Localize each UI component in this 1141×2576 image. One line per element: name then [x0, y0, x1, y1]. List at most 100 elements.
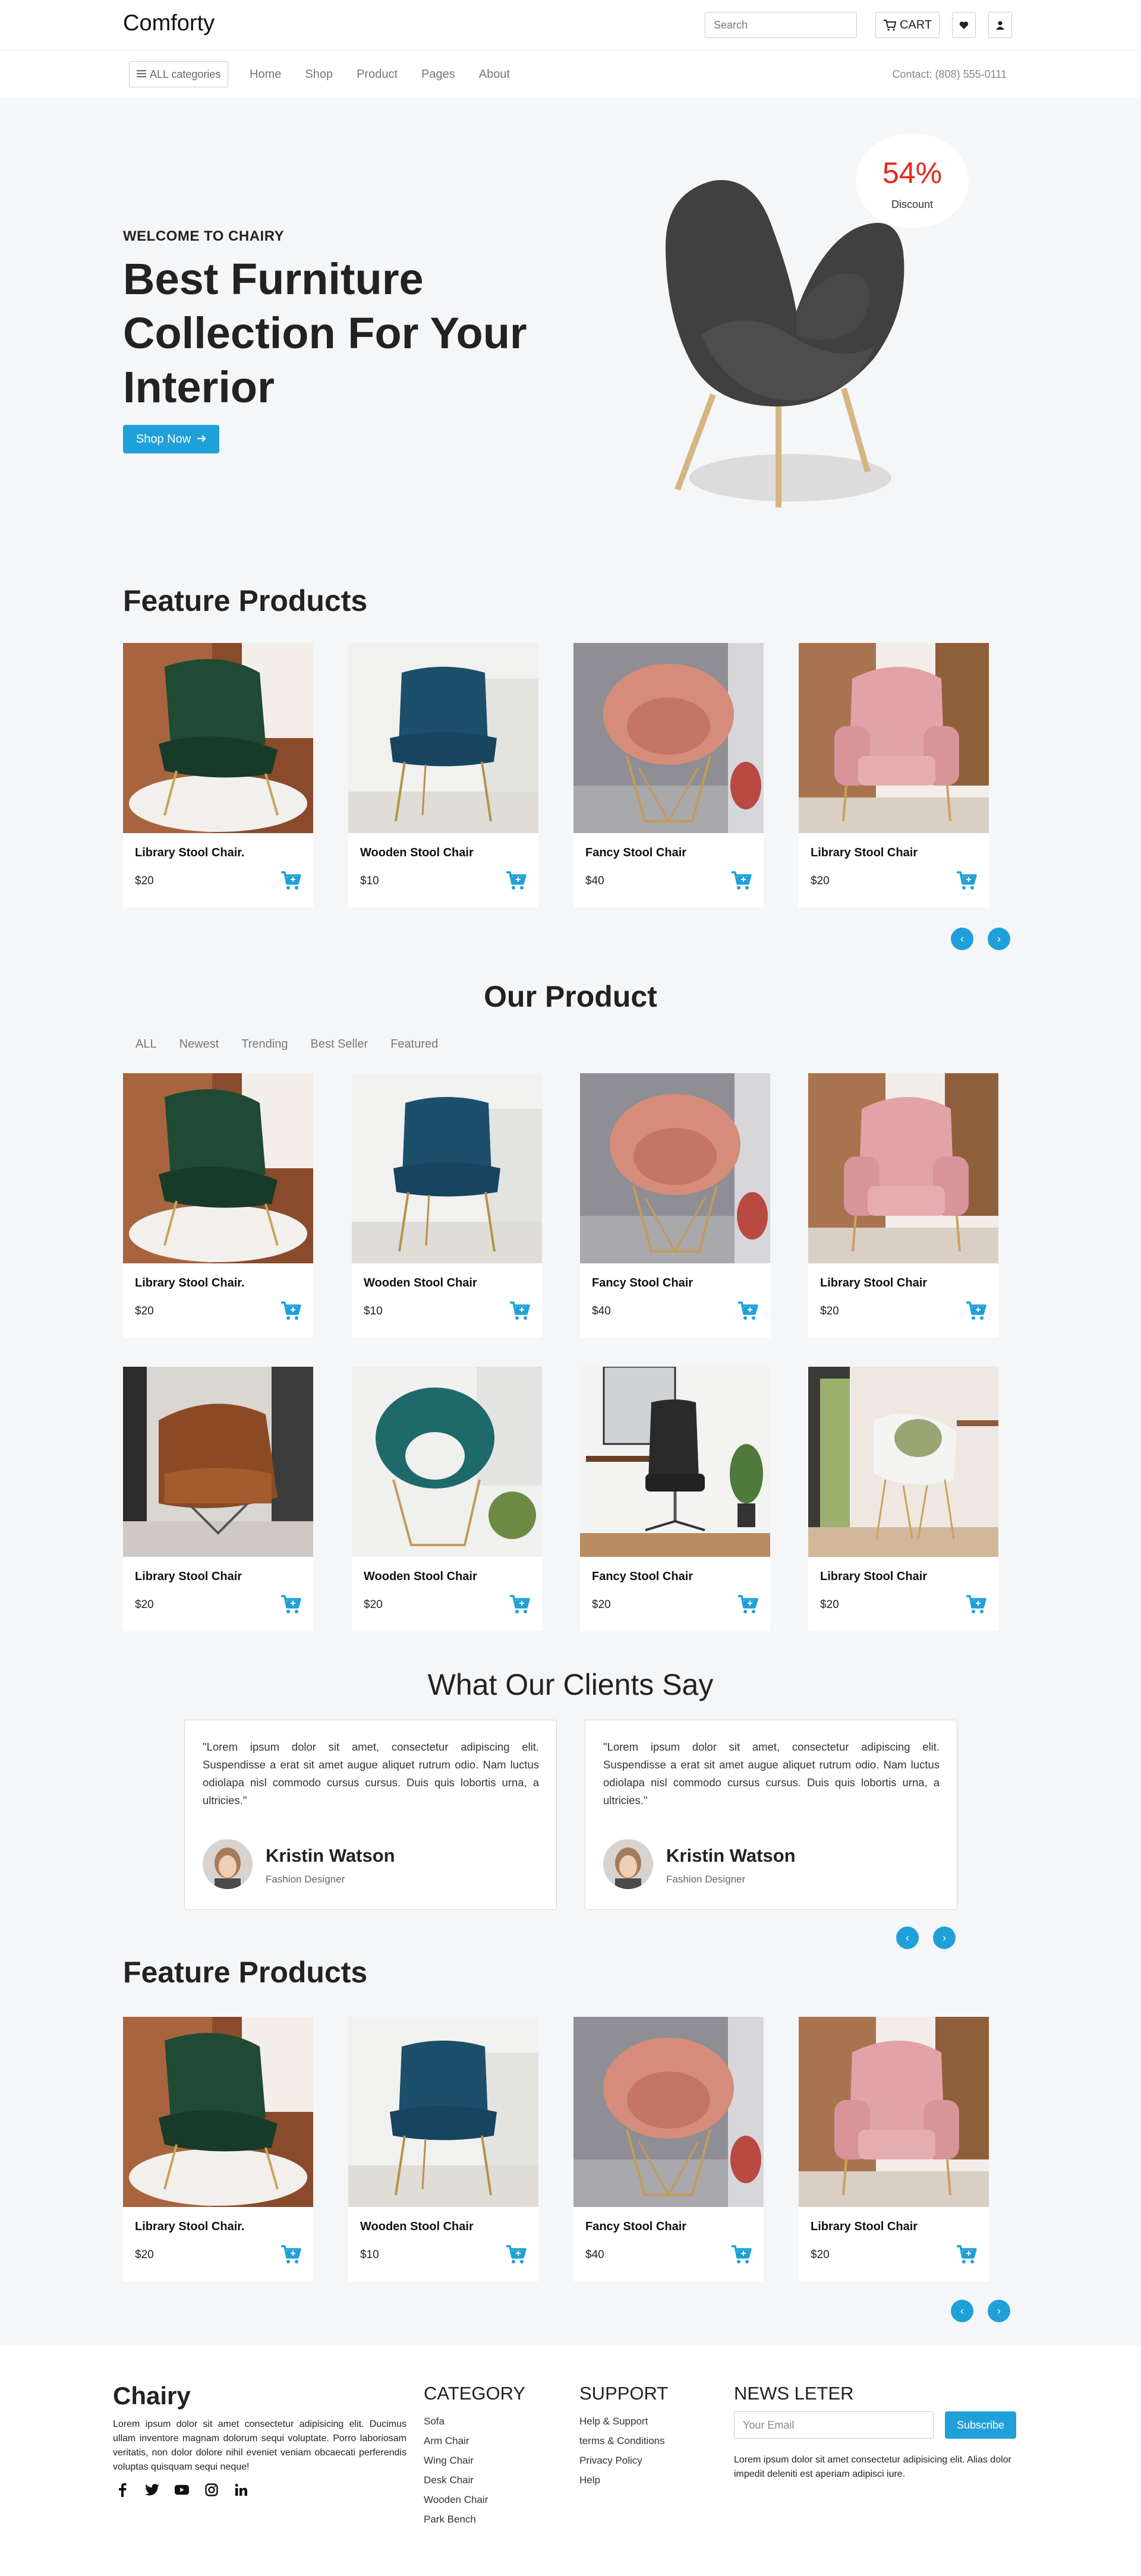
- add-to-cart-icon[interactable]: [509, 1594, 530, 1615]
- footer-link-wing-chair[interactable]: Wing Chair: [424, 2451, 488, 2470]
- footer-link-park-bench[interactable]: Park Bench: [424, 2509, 488, 2529]
- product-card[interactable]: Fancy Stool Chair $40: [573, 2017, 764, 2281]
- carousel-next-button[interactable]: ›: [988, 2300, 1010, 2322]
- add-to-cart-icon[interactable]: [956, 2244, 977, 2265]
- product-card[interactable]: Library Stool Chair. $20: [123, 2017, 313, 2281]
- product-card[interactable]: Fancy Stool Chair $40: [580, 1073, 770, 1338]
- our-product-title: Our Product: [484, 980, 657, 1013]
- footer-logo[interactable]: Chairy: [113, 2382, 191, 2410]
- youtube-icon[interactable]: [175, 2483, 189, 2497]
- footer-link-sofa[interactable]: Sofa: [424, 2411, 488, 2431]
- product-image: [352, 1367, 542, 1557]
- add-to-cart-icon[interactable]: [280, 1301, 301, 1321]
- tab-best-seller[interactable]: Best Seller: [311, 1038, 368, 1051]
- user-button[interactable]: [988, 12, 1012, 38]
- add-to-cart-icon[interactable]: [730, 2244, 752, 2265]
- testimonial-next-button[interactable]: ›: [933, 1927, 956, 1949]
- add-to-cart-icon[interactable]: [505, 2244, 527, 2265]
- linkedin-icon[interactable]: [234, 2483, 248, 2497]
- shop-now-label: Shop Now: [135, 432, 191, 446]
- testimonial-card: "Lorem ipsum dolor sit amet, consectetur…: [585, 1720, 957, 1910]
- add-to-cart-icon[interactable]: [509, 1301, 530, 1321]
- product-price: $20: [364, 1598, 383, 1611]
- add-to-cart-icon[interactable]: [280, 1594, 301, 1615]
- cart-button[interactable]: CART: [875, 12, 940, 38]
- product-name: Fancy Stool Chair: [585, 846, 687, 859]
- product-image: [580, 1073, 770, 1263]
- product-name: Wooden Stool Chair: [364, 1570, 477, 1583]
- testimonial-name: Kristin Watson: [266, 1845, 395, 1866]
- footer-link-terms[interactable]: terms & Conditions: [579, 2431, 665, 2451]
- tab-newest[interactable]: Newest: [179, 1038, 219, 1051]
- product-name: Library Stool Chair: [820, 1570, 928, 1583]
- tab-all[interactable]: ALL: [135, 1038, 157, 1051]
- product-card[interactable]: Wooden Stool Chair $10: [348, 2017, 538, 2281]
- add-to-cart-icon[interactable]: [965, 1594, 986, 1615]
- brand-logo[interactable]: Comforty: [123, 11, 215, 36]
- carousel-prev-button[interactable]: ‹: [951, 2300, 973, 2322]
- add-to-cart-icon[interactable]: [737, 1594, 758, 1615]
- product-filter-tabs: ALL Newest Trending Best Seller Featured: [135, 1038, 438, 1051]
- featured-title: Feature Products: [123, 584, 368, 617]
- footer-link-help-support[interactable]: Help & Support: [579, 2411, 665, 2431]
- wishlist-button[interactable]: [952, 12, 976, 38]
- product-card[interactable]: Library Stool Chair. $20: [123, 643, 313, 907]
- add-to-cart-icon[interactable]: [280, 2244, 301, 2265]
- product-price: $20: [811, 2249, 830, 2261]
- product-card[interactable]: Library Stool Chair $20: [799, 643, 989, 907]
- product-price: $40: [592, 1305, 611, 1317]
- product-card[interactable]: Fancy Stool Chair $20: [580, 1367, 770, 1631]
- product-card[interactable]: Fancy Stool Chair $40: [573, 643, 764, 907]
- product-card[interactable]: Wooden Stool Chair $10: [352, 1073, 542, 1338]
- footer-description: Lorem ipsum dolor sit amet consectetur a…: [113, 2419, 406, 2472]
- carousel-prev-button[interactable]: ‹: [951, 928, 973, 950]
- add-to-cart-icon[interactable]: [956, 871, 977, 891]
- instagram-icon[interactable]: [204, 2483, 219, 2497]
- footer-link-help[interactable]: Help: [579, 2470, 665, 2490]
- footer-link-desk-chair[interactable]: Desk Chair: [424, 2470, 488, 2490]
- testimonials-title: What Our Clients Say: [427, 1668, 714, 1701]
- twitter-icon[interactable]: [145, 2483, 159, 2497]
- search-input[interactable]: [705, 12, 857, 38]
- subscribe-button[interactable]: Subscribe: [945, 2411, 1016, 2439]
- add-to-cart-icon[interactable]: [737, 1301, 758, 1321]
- testimonial-prev-button[interactable]: ‹: [896, 1927, 919, 1949]
- product-name: Fancy Stool Chair: [592, 1276, 694, 1289]
- nav-link-pages[interactable]: Pages: [421, 68, 455, 81]
- product-image: [123, 643, 313, 833]
- product-price: $40: [585, 875, 604, 887]
- add-to-cart-icon[interactable]: [965, 1301, 986, 1321]
- nav-link-home[interactable]: Home: [250, 68, 281, 81]
- add-to-cart-icon[interactable]: [505, 871, 527, 891]
- carousel-next-button[interactable]: ›: [988, 928, 1010, 950]
- product-name: Library Stool Chair.: [135, 1276, 245, 1289]
- cart-label: CART: [899, 18, 932, 31]
- product-name: Wooden Stool Chair: [360, 2220, 474, 2233]
- footer-link-wooden-chair[interactable]: Wooden Chair: [424, 2490, 488, 2509]
- product-card[interactable]: Library Stool Chair. $20: [123, 1073, 313, 1338]
- facebook-icon[interactable]: [115, 2483, 130, 2497]
- hero-eyebrow: WELCOME TO CHAIRY: [123, 228, 285, 244]
- product-card[interactable]: Library Stool Chair $20: [808, 1073, 998, 1338]
- product-card[interactable]: Library Stool Chair $20: [799, 2017, 989, 2281]
- all-categories-button[interactable]: ALL categories: [129, 61, 229, 87]
- product-card[interactable]: Wooden Stool Chair $20: [352, 1367, 542, 1631]
- add-to-cart-icon[interactable]: [730, 871, 752, 891]
- product-card[interactable]: Wooden Stool Chair $10: [348, 643, 538, 907]
- footer-link-privacy[interactable]: Privacy Policy: [579, 2451, 665, 2470]
- hero-title: Best Furniture Collection For Your Inter…: [123, 254, 527, 412]
- nav-link-product[interactable]: Product: [357, 68, 398, 81]
- tab-featured[interactable]: Featured: [390, 1038, 438, 1051]
- nav-link-shop[interactable]: Shop: [305, 68, 333, 81]
- tab-trending[interactable]: Trending: [241, 1038, 288, 1051]
- add-to-cart-icon[interactable]: [280, 871, 301, 891]
- site-footer: Chairy Lorem ipsum dolor sit amet consec…: [0, 2346, 1141, 2576]
- footer-support-title: SUPPORT: [579, 2383, 669, 2404]
- discount-badge: 54% Discount: [856, 133, 969, 228]
- footer-link-arm-chair[interactable]: Arm Chair: [424, 2431, 488, 2451]
- nav-link-about[interactable]: About: [479, 68, 510, 81]
- shop-now-button[interactable]: Shop Now: [123, 425, 219, 453]
- newsletter-email-input[interactable]: [734, 2411, 934, 2439]
- product-card[interactable]: Library Stool Chair $20: [808, 1367, 998, 1631]
- product-card[interactable]: Library Stool Chair $20: [123, 1367, 313, 1631]
